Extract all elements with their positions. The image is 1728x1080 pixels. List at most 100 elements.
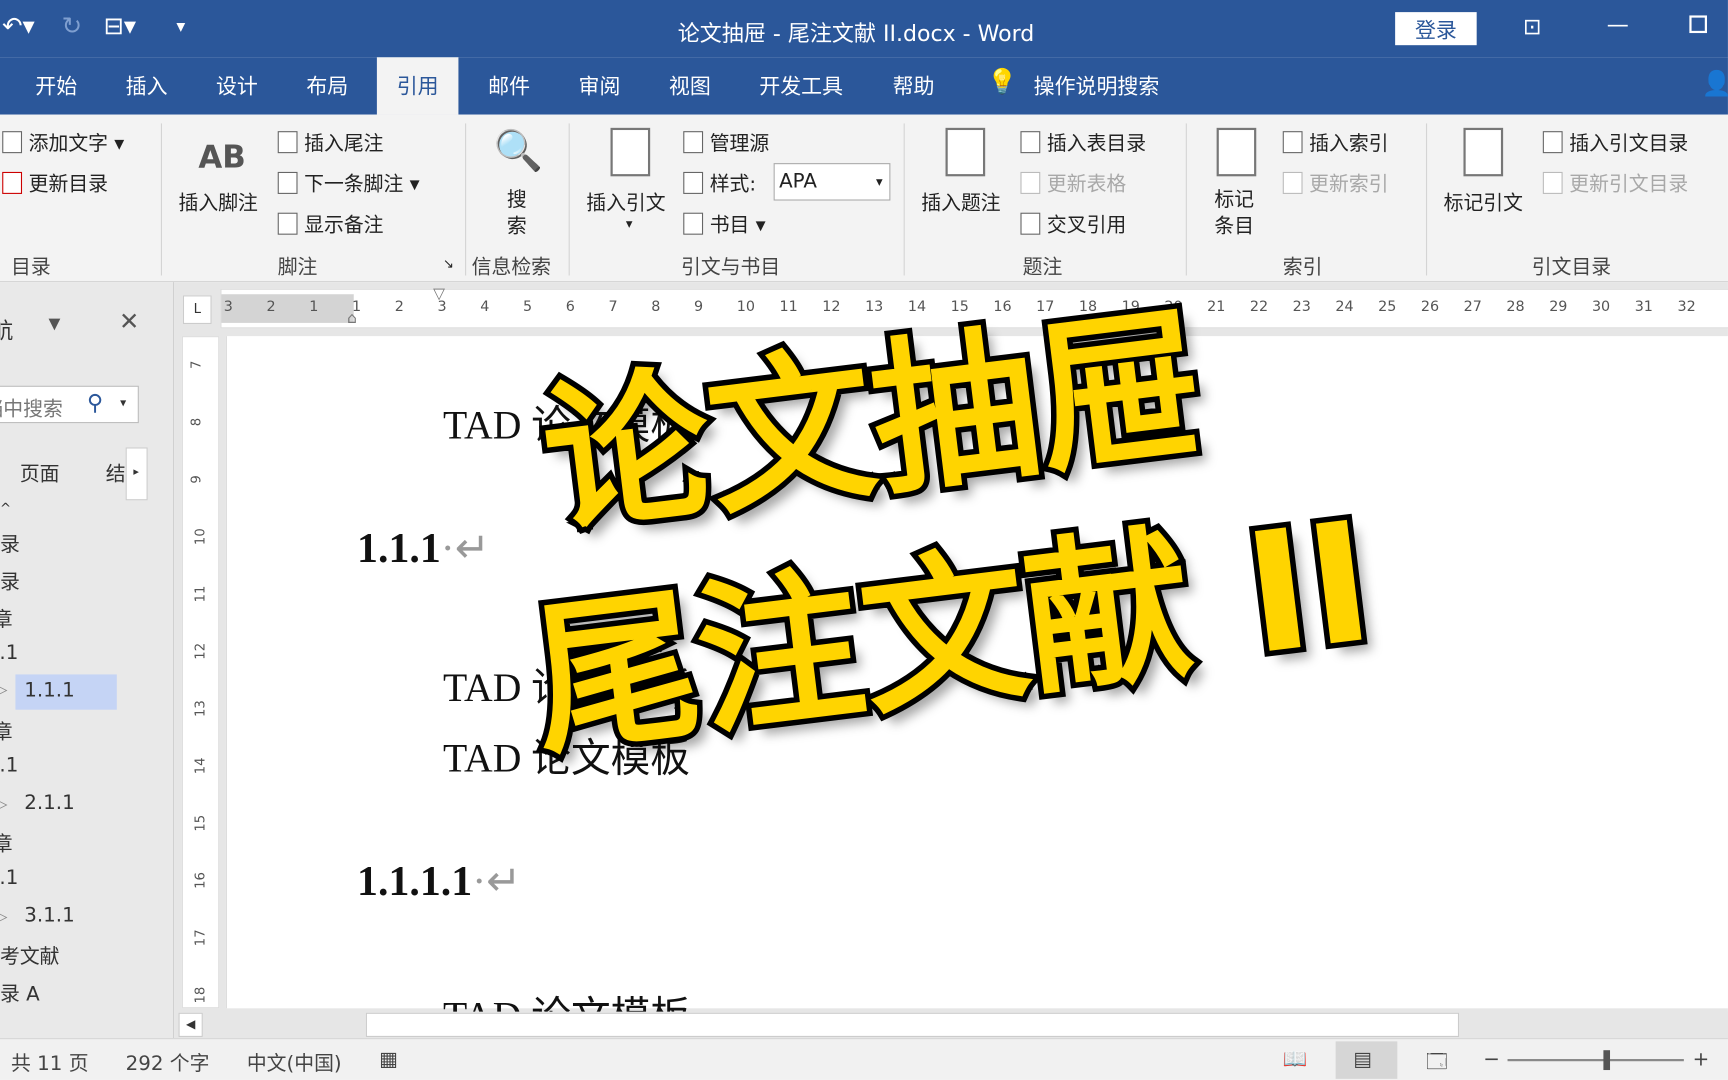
login-button[interactable]: 登录 <box>1395 12 1477 46</box>
customize-toolbar-icon[interactable]: ▾ <box>176 15 185 36</box>
tab-design[interactable]: 设计 <box>216 71 258 101</box>
expand-icon[interactable]: ▷ <box>0 681 7 699</box>
language[interactable]: 中文(中国) <box>247 1048 342 1077</box>
tell-me-search[interactable]: 操作说明搜索 <box>1034 71 1160 101</box>
expand-icon[interactable]: ▷ <box>0 908 7 926</box>
cross-reference-button[interactable]: 交叉引用 <box>1020 209 1126 238</box>
ruler-tick: 7 <box>188 360 204 369</box>
horizontal-scrollbar[interactable]: ◀ <box>176 1011 1728 1039</box>
tab-home[interactable]: 开始 <box>35 71 77 101</box>
nav-item[interactable]: 2.1 <box>0 754 18 777</box>
tab-mailings[interactable]: 邮件 <box>488 71 530 101</box>
share-icon[interactable]: 👤 <box>1701 71 1728 99</box>
tab-help[interactable]: 帮助 <box>893 71 935 101</box>
insert-toa-button[interactable]: 插入引文目录 <box>1542 128 1688 157</box>
ruler-tick: 9 <box>188 475 204 484</box>
nav-item[interactable]: 目录 <box>0 529 20 558</box>
tab-selector-icon[interactable]: L <box>182 295 212 324</box>
tab-insert[interactable]: 插入 <box>126 71 168 101</box>
insert-citation-button[interactable]: 插入引文 <box>586 187 665 216</box>
nav-tab-results[interactable]: 结 <box>106 458 128 487</box>
style-value: APA <box>779 169 817 193</box>
nav-tab-pages[interactable]: 页面 <box>20 458 60 487</box>
first-line-indent-marker[interactable]: ▽ <box>433 285 445 303</box>
ruler-tick: 4 <box>480 298 490 316</box>
mark-citation-icon <box>1463 127 1504 177</box>
close-icon[interactable]: ✕ <box>119 309 139 337</box>
doc-heading[interactable]: 1.1.1.1·↵ <box>357 856 521 906</box>
redo-icon[interactable]: ↻ <box>62 13 82 41</box>
next-footnote-button[interactable]: 下一条脚注 ▾ <box>277 169 420 198</box>
quick-access-icon[interactable]: ⊟▾ <box>104 13 136 41</box>
zoom-in-button[interactable]: + <box>1693 1048 1710 1071</box>
update-index-button[interactable]: 更新索引 <box>1282 169 1389 198</box>
read-mode-icon[interactable]: 📖 <box>1283 1048 1308 1071</box>
insert-caption-button[interactable]: 插入题注 <box>921 187 1000 216</box>
left-indent-marker[interactable]: ⌂ <box>347 310 357 328</box>
ruler-tick: 2 <box>266 298 276 316</box>
update-toc-button[interactable]: 更新目录 <box>2 169 108 198</box>
nav-item[interactable]: 第2章 <box>0 716 13 745</box>
chevron-down-icon[interactable]: ▾ <box>120 396 126 410</box>
show-notes-icon <box>277 212 298 235</box>
doc-heading[interactable]: 1.1.1·↵ <box>357 523 490 573</box>
zoom-out-button[interactable]: − <box>1483 1048 1500 1071</box>
web-layout-icon[interactable]: 🗔 <box>1426 1048 1448 1080</box>
expand-icon[interactable]: ▷ <box>0 796 7 814</box>
nav-item[interactable]: 目录 <box>0 566 20 595</box>
collapse-icon[interactable]: ^ <box>0 500 11 515</box>
style-dropdown[interactable]: APA ▾ <box>773 163 891 201</box>
insert-footnote-button[interactable]: 插入脚注 <box>179 187 258 216</box>
nav-item[interactable]: 第1章 <box>0 604 13 633</box>
nav-item[interactable]: 参考文献 <box>0 941 60 970</box>
minimize-button[interactable]: — <box>1607 11 1629 37</box>
mark-citation-button[interactable]: 标记引文 <box>1444 187 1523 216</box>
nav-item[interactable]: 2.1.1 <box>24 791 74 814</box>
add-text-button[interactable]: 添加文字 ▾ <box>2 128 124 157</box>
macro-icon[interactable]: ▦ <box>379 1048 398 1071</box>
manage-sources-button[interactable]: 管理源 <box>683 128 769 157</box>
nav-item[interactable]: 3.1 <box>0 866 18 889</box>
nav-search-input[interactable]: 在文档中搜索 ⚲ ▾ <box>0 385 139 424</box>
word-count[interactable]: 292 个字 <box>126 1048 210 1077</box>
show-notes-button[interactable]: 显示备注 <box>277 209 383 238</box>
print-layout-icon[interactable]: ▤ <box>1335 1041 1398 1079</box>
tab-layout[interactable]: 布局 <box>306 71 348 101</box>
update-table-label: 更新表格 <box>1046 173 1127 197</box>
scrollbar-thumb[interactable] <box>365 1012 1460 1037</box>
tab-references[interactable]: 引用 <box>376 57 459 115</box>
update-table-button[interactable]: 更新表格 <box>1020 169 1126 198</box>
page-count[interactable]: 共 11 页 <box>11 1048 89 1077</box>
nav-item[interactable]: 第3章 <box>0 829 13 858</box>
tab-review[interactable]: 审阅 <box>579 71 621 101</box>
ruler-tick: 8 <box>188 417 204 427</box>
ruler-tick: 6 <box>565 298 575 316</box>
update-toa-button[interactable]: 更新引文目录 <box>1542 169 1688 198</box>
dialog-launcher-icon[interactable]: ↘ <box>443 256 454 271</box>
bibliography-button[interactable]: 书目 ▾ <box>683 209 766 238</box>
zoom-slider-thumb[interactable] <box>1603 1050 1611 1071</box>
insert-tof-button[interactable]: 插入表目录 <box>1020 128 1146 157</box>
nav-options-icon[interactable]: ▼ <box>48 315 60 333</box>
insert-index-button[interactable]: 插入索引 <box>1282 128 1389 157</box>
mark-entry-button[interactable]: 标记条目 <box>1214 187 1258 240</box>
scroll-right-icon[interactable]: ▸ <box>125 447 148 501</box>
search-icon[interactable]: ⚲ <box>87 389 103 415</box>
nav-item-selected[interactable]: 1.1.1 <box>15 674 117 710</box>
search-button[interactable]: 搜索 <box>507 187 529 240</box>
nav-item[interactable]: 1.1 <box>0 641 18 664</box>
tab-view[interactable]: 视图 <box>669 71 711 101</box>
scroll-left-icon[interactable]: ◀ <box>178 1012 203 1037</box>
endnote-icon <box>277 131 298 154</box>
nav-item[interactable]: 附录 A <box>0 979 40 1008</box>
insert-endnote-button[interactable]: 插入尾注 <box>277 128 383 157</box>
chevron-down-icon[interactable]: ▾ <box>626 216 633 231</box>
ribbon-display-icon[interactable]: ⊡ <box>1523 13 1541 39</box>
nav-item[interactable]: 3.1.1 <box>24 904 74 927</box>
style-label: 样式: <box>683 169 756 198</box>
zoom-slider[interactable] <box>1507 1059 1684 1062</box>
undo-icon[interactable]: ↶▾ <box>2 13 34 41</box>
cross-reference-label: 交叉引用 <box>1046 213 1127 237</box>
maximize-button[interactable] <box>1689 15 1707 34</box>
tab-developer[interactable]: 开发工具 <box>759 71 843 101</box>
